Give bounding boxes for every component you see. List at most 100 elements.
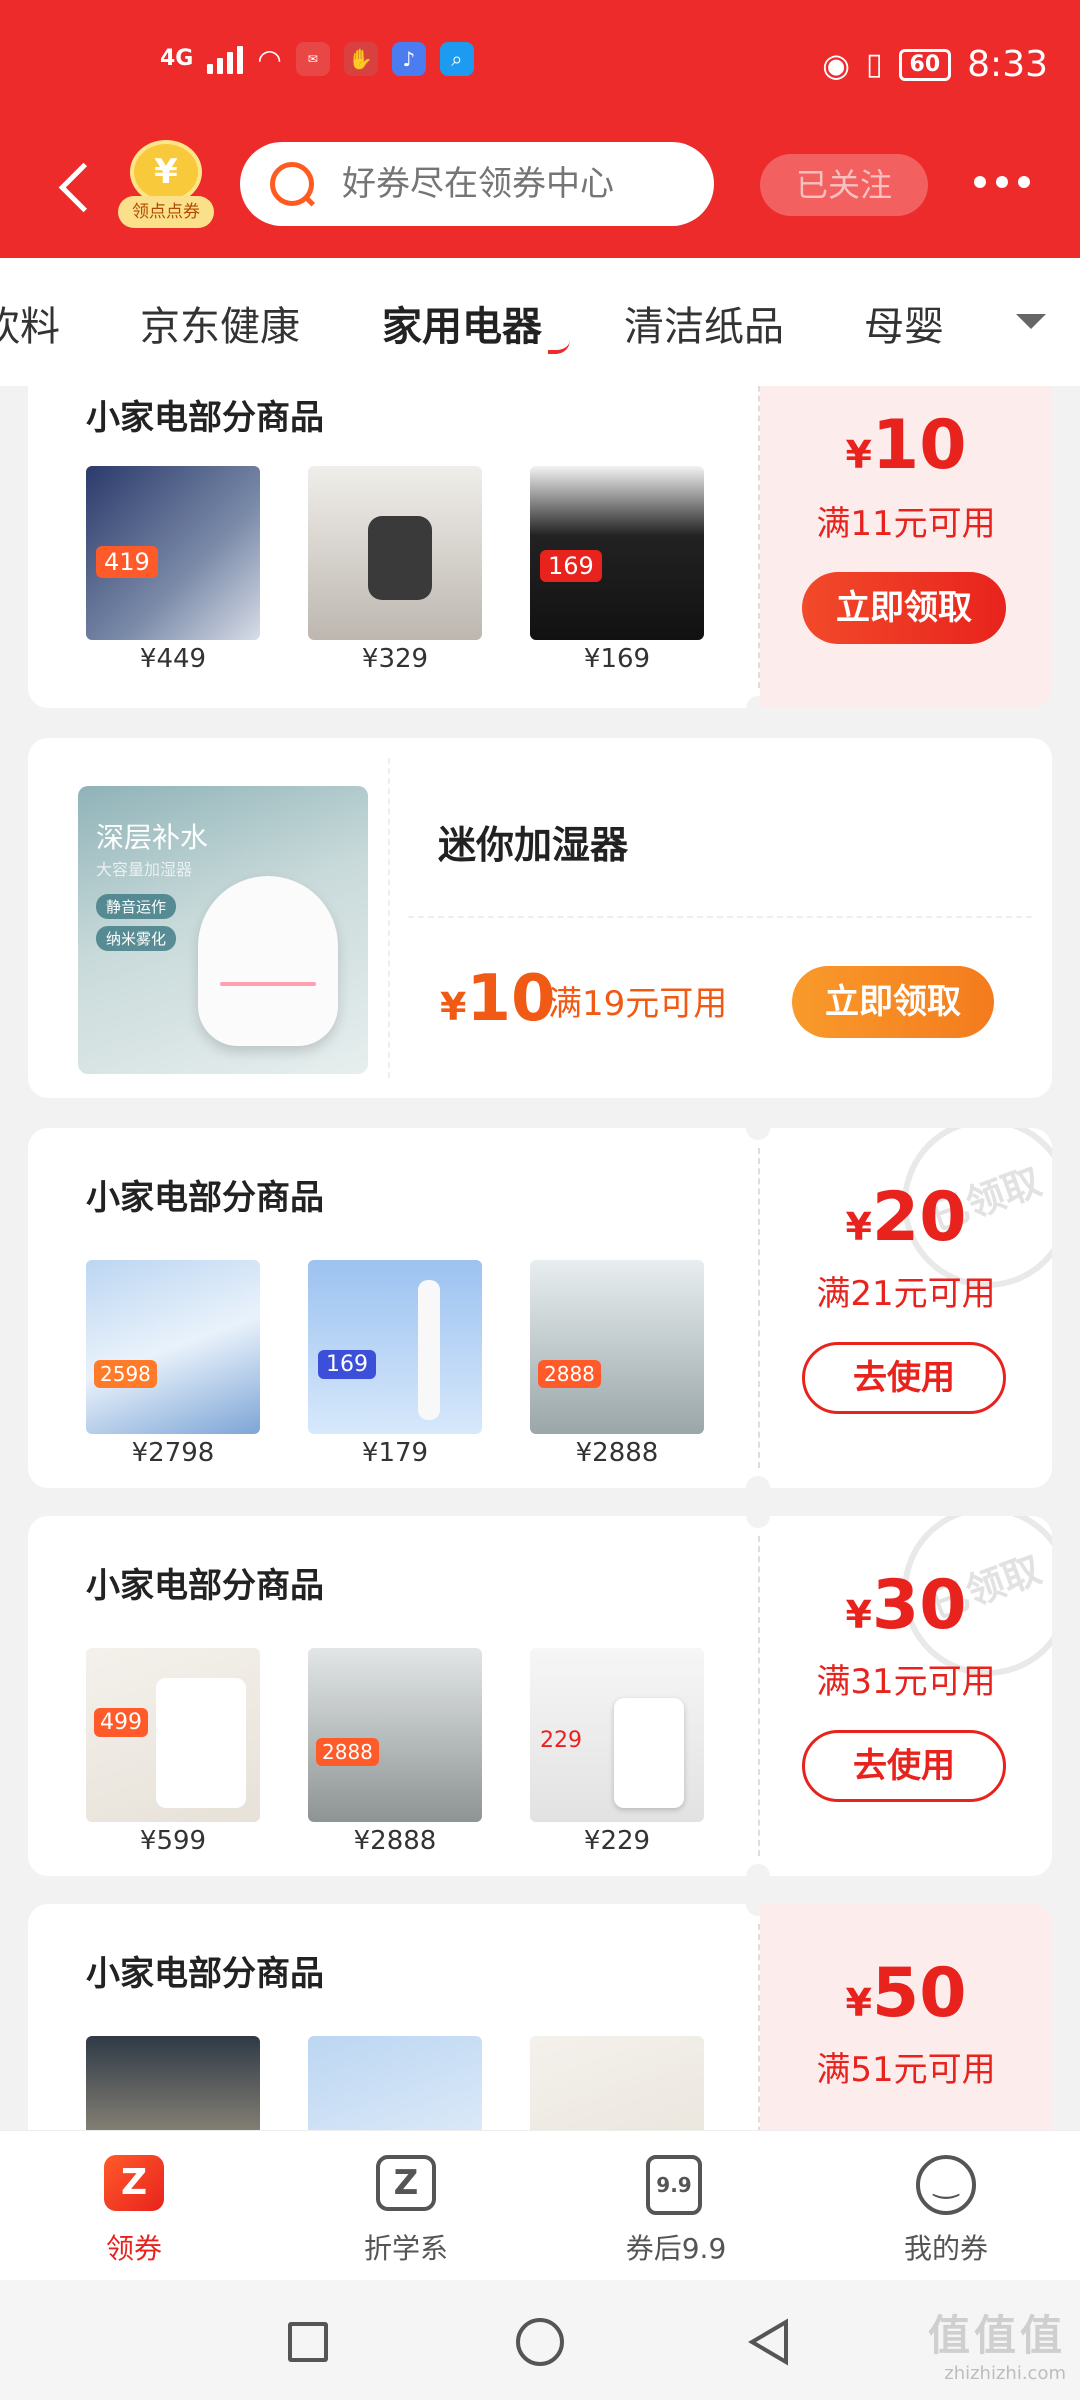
- top-header: 4G ◠ ✉ ✋ ♪ ⌕ ◉ ▯ 60 8:33 ¥ 领点点券 已关注: [0, 0, 1080, 258]
- battery-icon: 60: [898, 48, 952, 81]
- product-item[interactable]: 229 ¥229: [530, 1648, 704, 1856]
- nav-after-coupon[interactable]: 9.9 券后9.9: [586, 2155, 766, 2267]
- product-image: 229: [530, 1648, 704, 1822]
- coin-icon: ¥: [130, 140, 202, 204]
- back-arrow-icon[interactable]: [52, 158, 112, 218]
- claim-button[interactable]: 立即领取: [792, 966, 994, 1038]
- image-chip: 纳米雾化: [96, 926, 177, 951]
- bottom-nav: Z 领券 Z 折学系 9.9 券后9.9 ‿ 我的券: [0, 2130, 1080, 2280]
- coupon-title: 小家电部分商品: [86, 398, 324, 438]
- nav-label: 领券: [105, 2232, 162, 2265]
- nav-coupons[interactable]: Z 领券: [44, 2155, 224, 2267]
- smile-icon: ‿: [916, 2155, 976, 2215]
- image-headline: 深层补水: [96, 821, 209, 854]
- tab-home-appliances[interactable]: 家用电器: [382, 294, 542, 352]
- image-subtitle: 大容量加湿器: [96, 860, 193, 879]
- nav-bar: ¥ 领点点券 已关注: [0, 140, 1080, 250]
- product-item[interactable]: 499 ¥599: [86, 1648, 260, 1856]
- more-options-icon[interactable]: [974, 176, 1038, 192]
- product-item[interactable]: 2888 ¥2888: [530, 1260, 704, 1468]
- product-price: ¥179: [361, 1438, 429, 1468]
- coin-points-button[interactable]: ¥ 领点点券: [118, 140, 214, 236]
- use-button[interactable]: 去使用: [802, 1730, 1006, 1802]
- wifi-icon: ◠: [257, 42, 282, 76]
- product-item[interactable]: 2598 ¥2798: [86, 1260, 260, 1468]
- music-app-icon: ♪: [391, 42, 426, 76]
- claim-button[interactable]: 立即领取: [802, 572, 1006, 644]
- product-image: [86, 2036, 260, 2130]
- product-price: ¥329: [361, 644, 429, 674]
- search-bar[interactable]: [240, 142, 714, 226]
- coupon-amount: ¥50: [845, 1954, 967, 2033]
- product-coupon-card: 深层补水 大容量加湿器 静音运作 纳米雾化 迷你加湿器 ¥10 满19元可用 立…: [28, 738, 1052, 1098]
- product-image: [530, 2036, 704, 2130]
- divider: [408, 916, 1032, 918]
- coupon-amount: ¥30: [845, 1566, 967, 1645]
- coupon-condition: 满11元可用: [816, 504, 996, 544]
- product-item[interactable]: ¥329: [308, 466, 482, 674]
- product-image: 169: [530, 466, 704, 640]
- use-button[interactable]: 去使用: [802, 1342, 1006, 1414]
- search-input[interactable]: [340, 163, 670, 205]
- status-right: ◉ ▯ 60 8:33: [822, 44, 1048, 85]
- perforation: [388, 758, 390, 1078]
- product-name: 迷你加湿器: [438, 823, 629, 867]
- z-icon: Z: [376, 2155, 436, 2215]
- recent-apps-icon[interactable]: [288, 2322, 328, 2362]
- product-price: ¥169: [583, 644, 651, 674]
- eye-icon: ◉: [822, 45, 851, 84]
- coupon-value-panel: ¥50 满51元可用: [760, 1904, 1052, 2130]
- product-item[interactable]: [308, 2036, 482, 2130]
- search-icon: [270, 162, 314, 206]
- clock: 8:33: [967, 44, 1048, 85]
- product-item[interactable]: 169 ¥169: [530, 466, 704, 674]
- product-price: ¥2888: [353, 1826, 437, 1856]
- coupon-title: 小家电部分商品: [86, 1178, 324, 1218]
- home-icon[interactable]: [516, 2318, 564, 2366]
- tab-mother-baby[interactable]: 母婴: [864, 294, 944, 352]
- tab-drinks[interactable]: 饮料: [0, 294, 60, 352]
- coupon-icon: Z: [104, 2155, 164, 2215]
- coupon-amount: ¥10: [845, 406, 967, 485]
- humidifier-image[interactable]: 深层补水 大容量加湿器 静音运作 纳米雾化: [78, 786, 368, 1074]
- coupon-value-panel: ¥10 满11元可用 立即领取: [760, 386, 1052, 708]
- expand-tabs-icon[interactable]: [1016, 314, 1046, 329]
- category-tabs: 饮料 京东健康 家用电器 清洁纸品 母婴: [0, 258, 1080, 386]
- coupon-condition: 满51元可用: [816, 2050, 996, 2090]
- active-tab-indicator: [548, 340, 570, 354]
- coin-points-label: 领点点券: [118, 196, 214, 228]
- system-nav-bar: 值值值 zhizhizhi.com: [0, 2280, 1080, 2400]
- watermark: 值值值 zhizhizhi.com: [928, 2302, 1066, 2384]
- product-price: ¥2798: [131, 1438, 215, 1468]
- coupon-list[interactable]: 小家电部分商品 419 ¥449 ¥329 169 ¥169 ¥10 满11元可…: [0, 386, 1080, 2130]
- network-type: 4G: [160, 46, 194, 71]
- product-price: ¥229: [583, 1826, 651, 1856]
- product-price: ¥599: [139, 1826, 207, 1856]
- search-app-icon: ⌕: [439, 42, 474, 76]
- product-item[interactable]: 419 ¥449: [86, 466, 260, 674]
- nav-my-coupons[interactable]: ‿ 我的券: [856, 2155, 1036, 2267]
- humidifier-graphic: [198, 876, 338, 1046]
- product-item[interactable]: 2888 ¥2888: [308, 1648, 482, 1856]
- product-item[interactable]: [530, 2036, 704, 2130]
- product-price: ¥449: [139, 644, 207, 674]
- coupon-value-panel: 已领取 ¥30 满31元可用 去使用: [760, 1516, 1052, 1876]
- tab-cleaning-paper[interactable]: 清洁纸品: [624, 294, 784, 352]
- tab-jd-health[interactable]: 京东健康: [140, 294, 300, 352]
- product-image: 499: [86, 1648, 260, 1822]
- coupon-condition: 满19元可用: [548, 984, 728, 1024]
- status-left: 4G ◠ ✉ ✋ ♪ ⌕: [160, 42, 474, 76]
- product-item[interactable]: [86, 2036, 260, 2130]
- coupon-card: 小家电部分商品 419 ¥449 ¥329 169 ¥169 ¥10 满11元可…: [28, 386, 1052, 708]
- back-triangle-icon[interactable]: [746, 2318, 790, 2366]
- product-item[interactable]: 169 ¥179: [308, 1260, 482, 1468]
- nav-discount-school[interactable]: Z 折学系: [316, 2155, 496, 2267]
- tabs-fade: [950, 258, 1080, 386]
- follow-button[interactable]: 已关注: [760, 154, 928, 216]
- coupon-card: 小家电部分商品 ¥50 满51元可用: [28, 1904, 1052, 2130]
- coupon-card: 小家电部分商品 2598 ¥2798 169 ¥179 2888 ¥2888 已…: [28, 1128, 1052, 1488]
- hand-app-icon: ✋: [343, 42, 378, 76]
- nav-label: 折学系: [363, 2232, 448, 2265]
- product-image: 169: [308, 1260, 482, 1434]
- signal-icon: [207, 44, 244, 74]
